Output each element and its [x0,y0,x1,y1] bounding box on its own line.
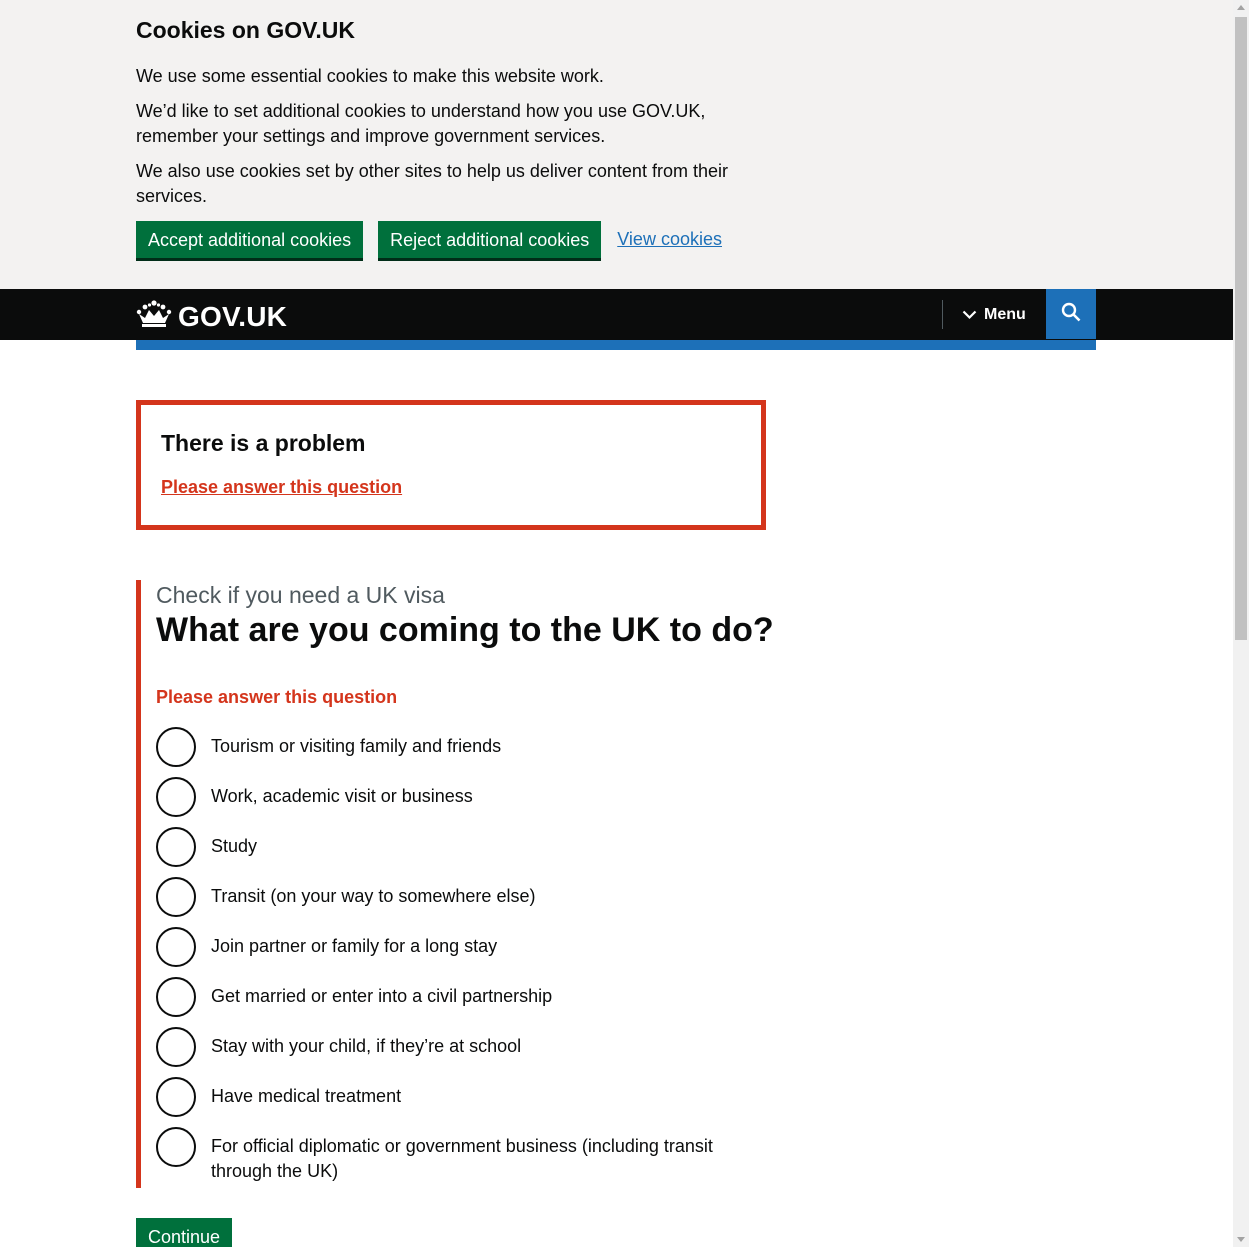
radio-label[interactable]: Join partner or family for a long stay [211,934,751,959]
radio-option-join-family[interactable]: Join partner or family for a long stay [156,927,776,977]
radio-input[interactable] [156,1027,196,1067]
search-button[interactable] [1046,289,1096,339]
header-blue-bar [136,340,1096,350]
question-caption: Check if you need a UK visa [156,582,445,608]
radio-label[interactable]: Tourism or visiting family and friends [211,734,751,759]
radio-input[interactable] [156,977,196,1017]
question-form-group: Check if you need a UK visa What are you… [136,580,776,1188]
page: Cookies on GOV.UK We use some essential … [0,0,1233,1247]
continue-button[interactable]: Continue [136,1218,233,1247]
radio-input[interactable] [156,927,196,967]
page-scrollbar[interactable] [1233,0,1249,1247]
radio-label[interactable]: Have medical treatment [211,1084,751,1109]
cookie-banner-title: Cookies on GOV.UK [136,17,355,43]
radio-label[interactable]: Study [211,834,751,859]
radio-option-child-school[interactable]: Stay with your child, if they’re at scho… [156,1027,776,1077]
radio-input[interactable] [156,827,196,867]
radio-label[interactable]: Get married or enter into a civil partne… [211,984,751,1009]
menu-button[interactable]: Menu [962,289,1026,340]
cookie-paragraph: We use some essential cookies to make th… [136,66,604,86]
error-summary-title: There is a problem [161,430,366,456]
radio-option-tourism[interactable]: Tourism or visiting family and friends [156,727,776,777]
scroll-up-arrow-icon[interactable] [1237,5,1245,10]
logo-text: GOV.UK [178,300,288,332]
radio-label[interactable]: For official diplomatic or government bu… [211,1134,751,1184]
radio-label[interactable]: Transit (on your way to somewhere else) [211,884,751,909]
radio-option-transit[interactable]: Transit (on your way to somewhere else) [156,877,776,927]
question-title: What are you coming to the UK to do? [156,611,774,649]
view-cookies-link[interactable]: View cookies [617,229,722,250]
scroll-thumb[interactable] [1235,17,1247,640]
radio-group: Tourism or visiting family and friends W… [156,727,776,1189]
error-summary: There is a problem Please answer this qu… [136,400,766,530]
radio-input[interactable] [156,877,196,917]
menu-divider [942,300,943,329]
scroll-down-arrow-icon[interactable] [1237,1237,1245,1242]
radio-option-work[interactable]: Work, academic visit or business [156,777,776,827]
search-icon [1061,302,1081,327]
radio-input[interactable] [156,1127,196,1167]
cookie-actions: Accept additional cookies Reject additio… [136,221,1096,258]
accept-cookies-button[interactable]: Accept additional cookies [136,221,364,258]
crown-icon [136,299,172,334]
chevron-down-icon [962,310,977,320]
radio-option-diplomatic[interactable]: For official diplomatic or government bu… [156,1127,776,1189]
cookie-paragraph: We’d like to set additional cookies to u… [136,101,706,146]
radio-label[interactable]: Stay with your child, if they’re at scho… [211,1034,751,1059]
radio-input[interactable] [156,727,196,767]
radio-option-study[interactable]: Study [156,827,776,877]
radio-input[interactable] [156,1077,196,1117]
radio-input[interactable] [156,777,196,817]
govuk-logo-link[interactable]: GOV.UK [136,299,287,334]
radio-label[interactable]: Work, academic visit or business [211,784,751,809]
site-header: GOV.UK Menu [0,289,1233,340]
radio-option-marriage[interactable]: Get married or enter into a civil partne… [156,977,776,1027]
radio-option-medical[interactable]: Have medical treatment [156,1077,776,1127]
field-error-message: Please answer this question [156,687,398,707]
reject-cookies-button[interactable]: Reject additional cookies [378,221,602,258]
cookie-paragraph: We also use cookies set by other sites t… [136,161,728,206]
error-summary-link[interactable]: Please answer this question [161,477,402,497]
cookie-banner: Cookies on GOV.UK We use some essential … [0,0,1233,289]
menu-label: Menu [984,305,1026,323]
